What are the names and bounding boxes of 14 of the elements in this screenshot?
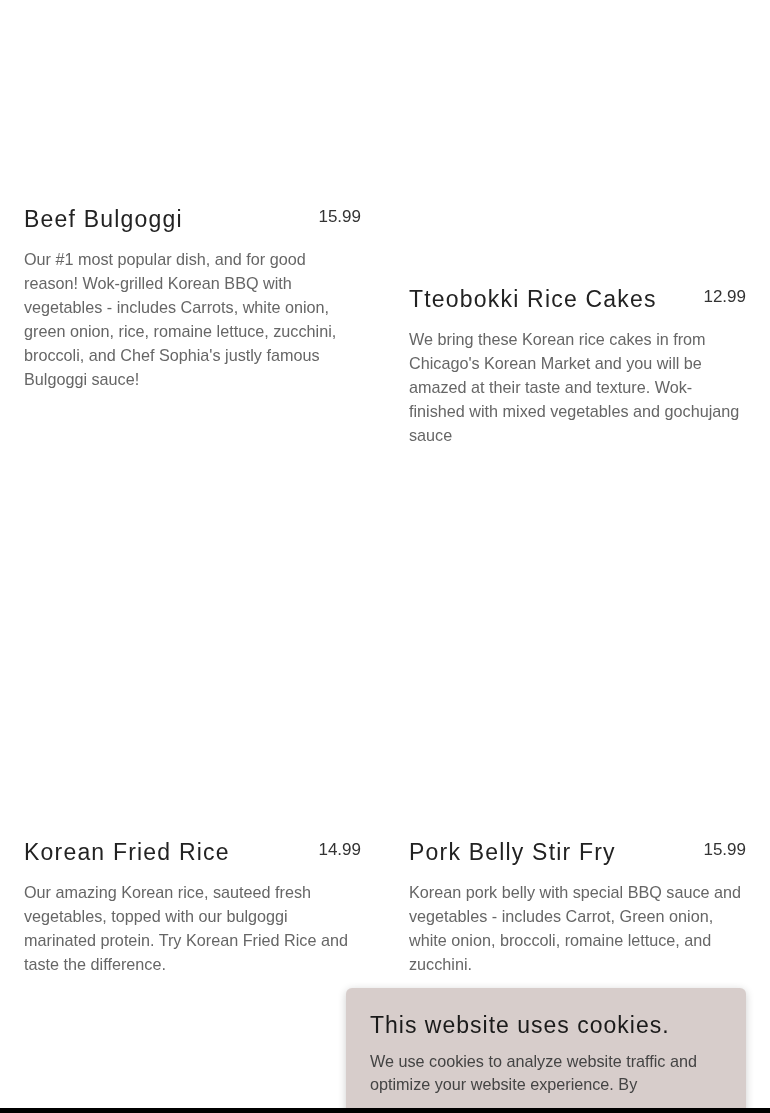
dish-price: 15.99 [318, 206, 361, 228]
dish-name: Tteobokki Rice Cakes [409, 285, 657, 313]
dish-price: 12.99 [703, 286, 746, 308]
dish-name: Korean Fried Rice [24, 838, 230, 866]
dish-name: Pork Belly Stir Fry [409, 838, 616, 866]
dish-description: Korean pork belly with special BBQ sauce and vegetables - includes Carrot, Green onion, white onion, broccoli, romaine lettuce, and zucchini. [409, 882, 743, 975]
dish-description: We bring these Korean rice cakes in from Chicago's Korean Market and you will be amazed at their taste and texture. Wok-finished with mixed vegetables and gochujang sauce [409, 329, 741, 446]
dish-price: 15.99 [703, 839, 746, 861]
cookie-title: This website uses cookies. [370, 1011, 671, 1040]
cookie-text: We use cookies to analyze website traffic and optimize your website experience. By [370, 1051, 698, 1095]
dish-price: 14.99 [318, 839, 361, 861]
dish-name: Beef Bulgoggi [24, 205, 183, 233]
dish-description: Our #1 most popular dish, and for good reason! Wok-grilled Korean BBQ with vegetables - includes Carrots, white onion, green onion, rice, romaine lettuce, zucchini, broccoli, and Chef Sophia's justly famous Bulgoggi sauce! [24, 249, 338, 390]
dish-description: Our amazing Korean rice, sauteed fresh vegetables, topped with our bulgoggi marinated protein. Try Korean Fried Rice and taste the difference. [24, 882, 349, 975]
